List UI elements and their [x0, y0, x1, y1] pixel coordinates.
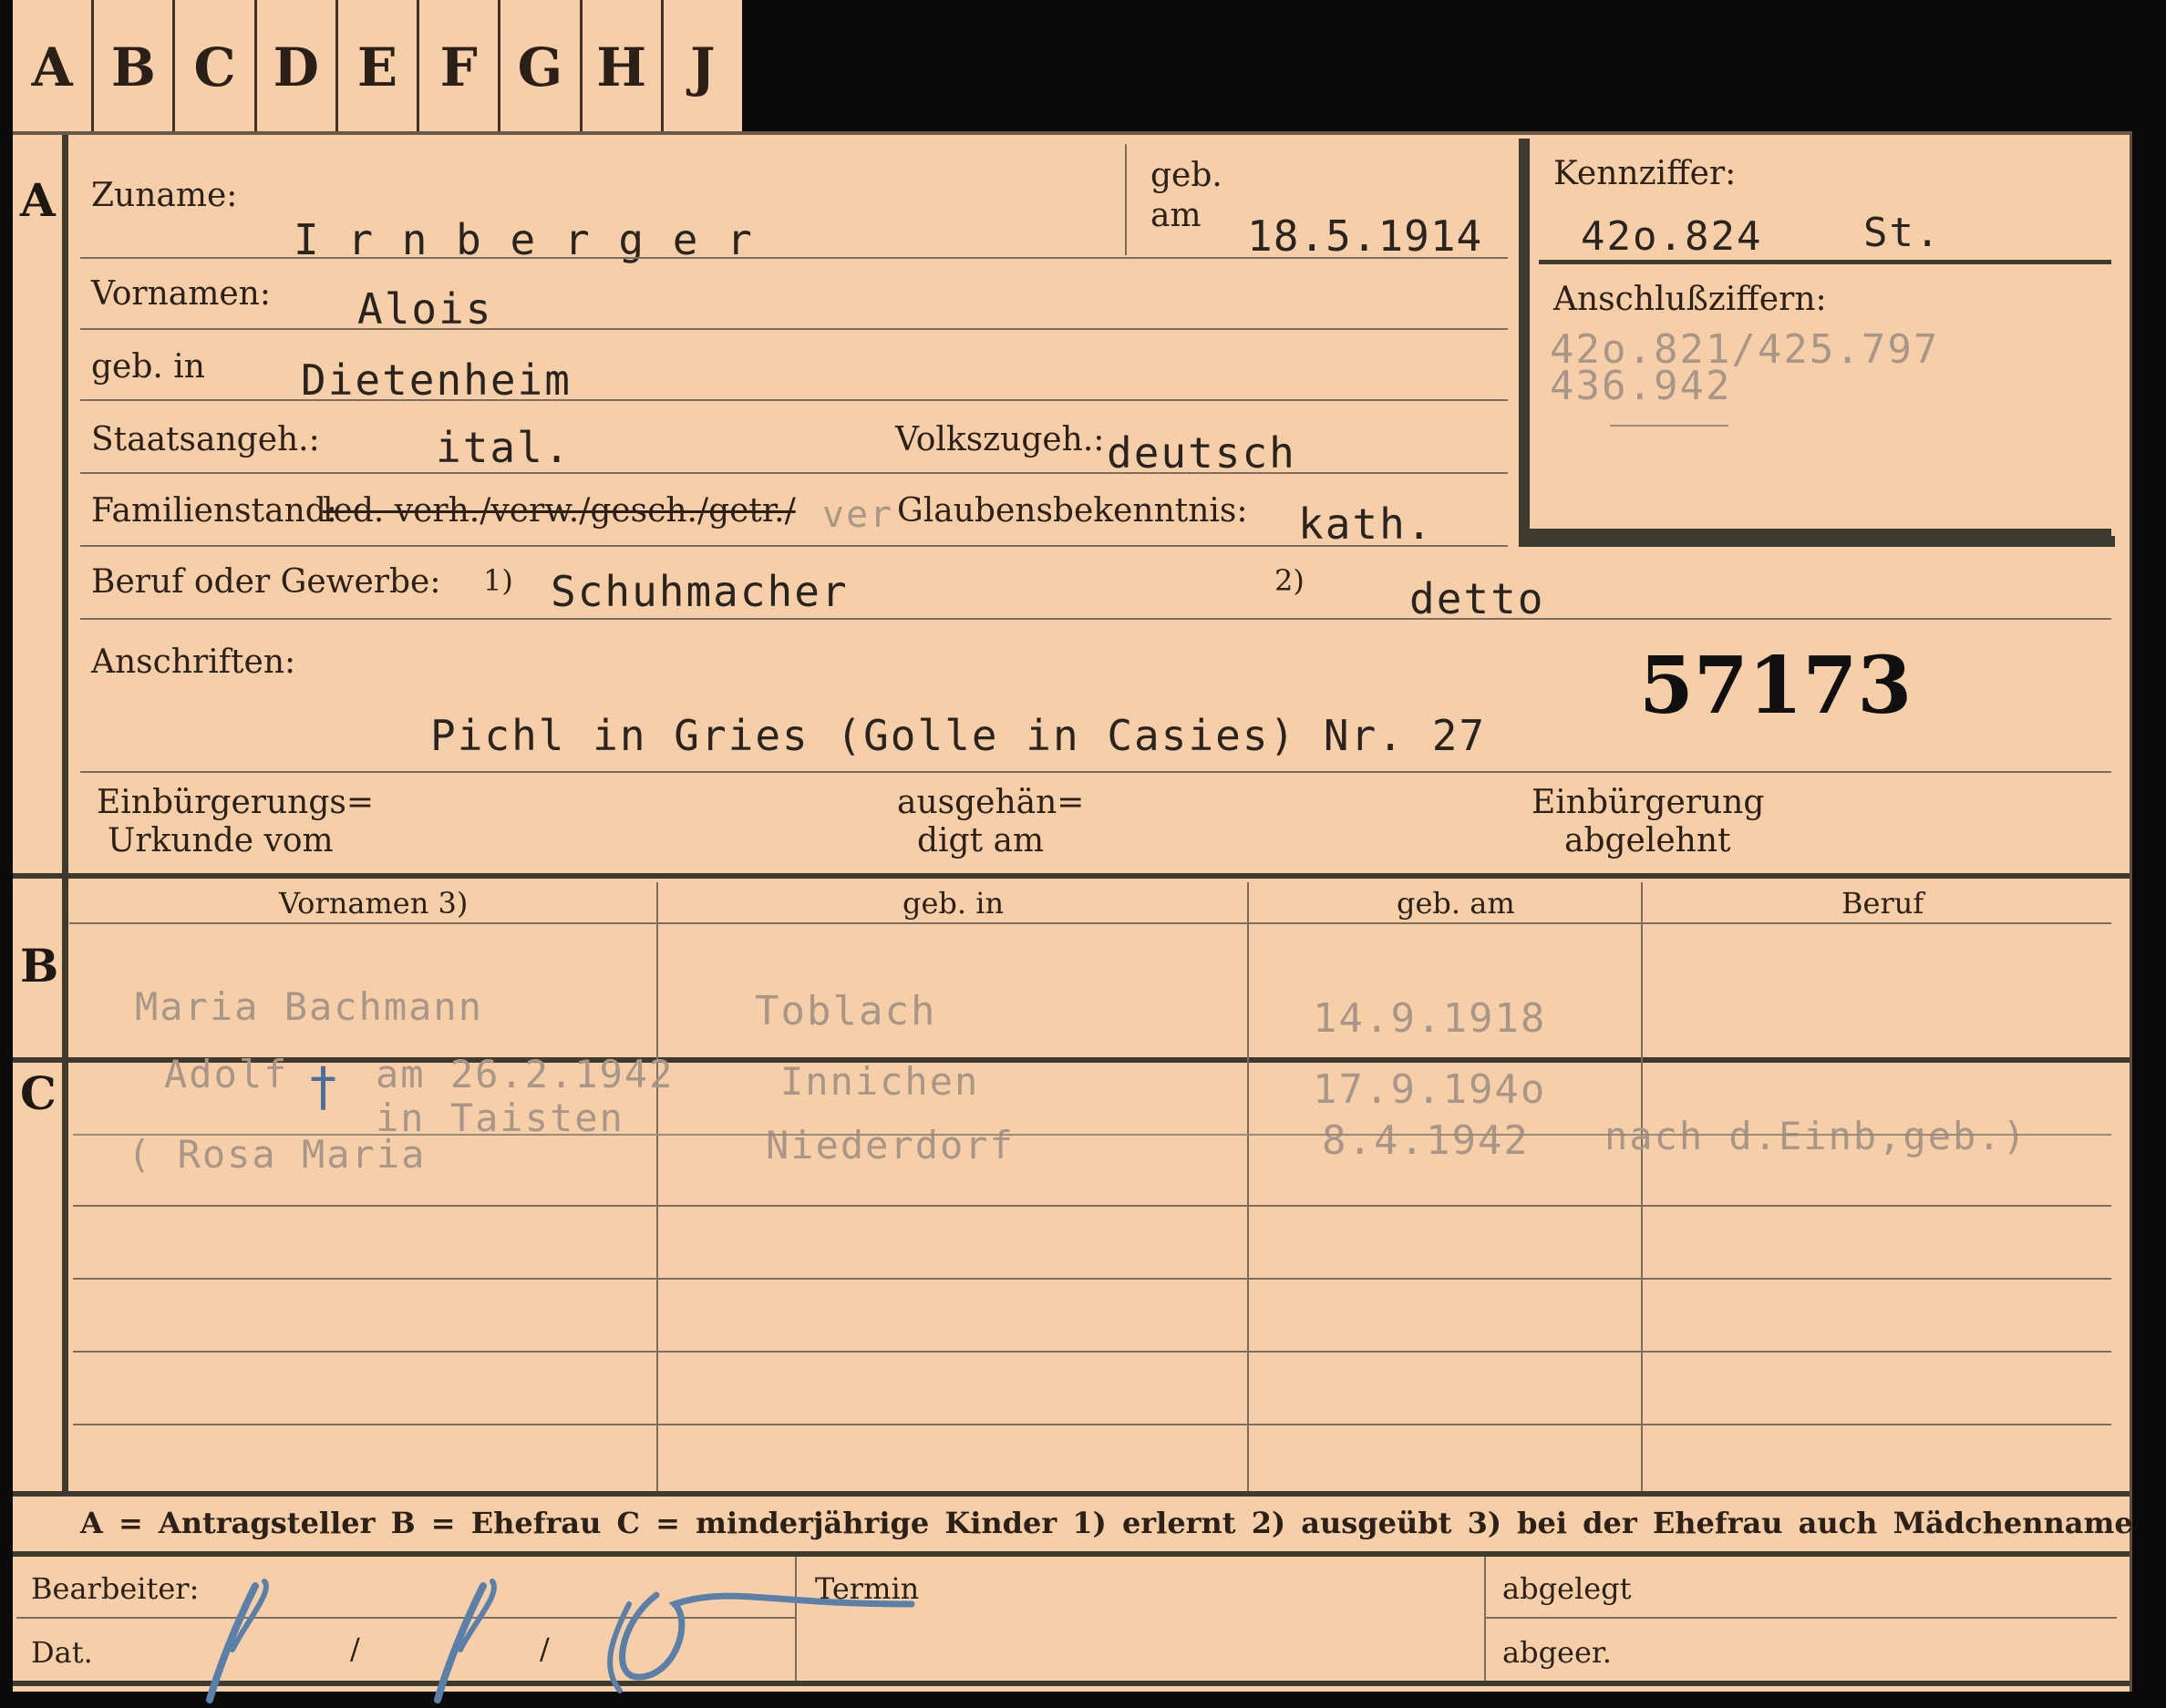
footer-divider-2 — [1484, 1557, 1486, 1681]
geb-divider — [1125, 144, 1127, 255]
einb-urkunde-label-1: Einbürgerungs= — [97, 784, 375, 821]
familien-extra: ver — [822, 494, 894, 536]
anschluss-rule — [1610, 425, 1728, 427]
handwritten-signature — [206, 1579, 915, 1703]
wife-name: Maria Bachmann — [135, 984, 484, 1029]
tab-h: H — [583, 0, 664, 135]
abgeer-label: abgeer. — [1502, 1635, 1612, 1670]
tab-j: J — [690, 36, 716, 98]
col-divider-3 — [1641, 882, 1643, 1491]
col-header-gebam: geb. am — [1397, 886, 1515, 921]
tab-a: A — [13, 0, 95, 135]
ausgeh-label-2: digt am — [917, 822, 1045, 859]
wife-birthplace: Toblach — [755, 988, 937, 1034]
wife-birthdate: 14.9.1918 — [1313, 995, 1547, 1042]
death-cross-icon: † — [310, 1055, 336, 1117]
staats-underline — [80, 472, 1508, 474]
abgelegt-label: abgelegt — [1502, 1571, 1632, 1606]
glauben-label: Glaubensbekenntnis: — [897, 492, 1248, 530]
section-c-marker: C — [20, 1066, 57, 1120]
gebin-value: Dietenheim — [301, 355, 572, 405]
child-2-birthplace: Niederdorf — [766, 1123, 1015, 1168]
gebin-underline — [80, 399, 1508, 401]
child-1-name: Adolf — [164, 1052, 289, 1096]
section-a-marker: A — [20, 173, 56, 227]
zuname-underline — [80, 257, 1508, 259]
staats-value: ital. — [436, 423, 572, 472]
staats-label: Staatsangeh.: — [91, 421, 320, 458]
tab-f: F — [419, 0, 501, 135]
beruf-underline — [80, 618, 2111, 620]
table-bottom-rule — [13, 1491, 2130, 1497]
child-2-name: ( Rosa Maria — [128, 1132, 427, 1177]
anschluss-label: Anschlußziffern: — [1553, 281, 1827, 318]
kennziffer-suffix: St. — [1863, 210, 1942, 256]
anschriften-label: Anschriften: — [91, 643, 296, 681]
col-divider-1 — [656, 882, 658, 1491]
dat-label: Dat. — [31, 1635, 93, 1670]
einb-abgelehnt-label-1: Einbürgerung — [1532, 784, 1765, 821]
kennziffer-value: 42o.824 — [1581, 213, 1763, 260]
child-1-birthplace: Innichen — [780, 1059, 980, 1104]
beruf-value-1: Schuhmacher — [551, 567, 849, 616]
vornamen-label: Vornamen: — [91, 275, 271, 313]
beruf-mark-1: 1) — [483, 563, 513, 598]
alphabet-tab-strip: A B C D E F G H J — [13, 0, 742, 135]
tab-e: E — [338, 0, 420, 135]
anschriften-value: Pichl in Gries (Golle in Casies) Nr. 27 — [430, 711, 1487, 760]
ausgeh-label-1: ausgehän= — [897, 784, 1085, 821]
zuname-label: Zuname: — [91, 177, 238, 214]
beruf-label: Beruf oder Gewerbe: — [91, 563, 441, 601]
glauben-value: kath. — [1298, 499, 1434, 549]
table-row-line-3 — [73, 1278, 2111, 1280]
tab-c: C — [175, 0, 257, 135]
child-1-note: am 26.2.1942 — [376, 1052, 675, 1096]
gebin-label: geb. in — [91, 348, 205, 386]
familien-label: Familienstand: — [91, 492, 337, 530]
einb-abgelehnt-label-2: abgelehnt — [1564, 822, 1731, 859]
table-row-line-2 — [73, 1205, 2111, 1207]
anschriften-underline — [80, 771, 2111, 773]
beruf-mark-2: 2) — [1274, 563, 1305, 598]
anschluss-line-2: 436.942 — [1550, 363, 1732, 409]
tab-d: D — [257, 0, 338, 135]
volks-label: Volkszugeh.: — [895, 421, 1105, 458]
beruf-value-2: detto — [1409, 574, 1545, 623]
geb-date-value: 18.5.1914 — [1247, 211, 1483, 261]
familien-underline — [80, 545, 1508, 547]
header-underline — [69, 922, 2111, 924]
child-2-remark: nach d.Einb,geb.) — [1604, 1114, 2027, 1158]
kennziffer-label: Kennziffer: — [1553, 155, 1737, 192]
col-header-beruf: Beruf — [1841, 886, 1924, 921]
familien-options: led. verh./verw./gesch./getr./ — [323, 492, 796, 530]
section-a-bottom-rule — [13, 873, 2130, 879]
col-header-gebin: geb. in — [902, 886, 1005, 921]
col-divider-2 — [1247, 882, 1249, 1491]
kennziffer-box-bottom — [1519, 536, 2115, 547]
child-2-birthdate: 8.4.1942 — [1322, 1117, 1530, 1164]
vornamen-value: Alois — [357, 284, 493, 334]
einb-urkunde-label-2: Urkunde vom — [108, 822, 334, 859]
tab-g: G — [500, 0, 583, 135]
legend-text: A = Antragsteller B = Ehefrau C = minder… — [80, 1506, 2133, 1540]
vornamen-underline — [80, 328, 1508, 330]
col-header-vornamen: Vornamen 3) — [279, 886, 469, 921]
table-row-line-5 — [73, 1424, 2111, 1425]
volks-value: deutsch — [1107, 428, 1296, 478]
geb-label-2: am — [1150, 197, 1202, 234]
left-margin-rule — [62, 135, 68, 1491]
geb-label-1: geb. — [1150, 157, 1222, 194]
kennziffer-divider — [1539, 260, 2111, 264]
stamp-number: 57173 — [1639, 640, 1913, 732]
child-1-birthdate: 17.9.194o — [1313, 1066, 1547, 1113]
abgelegt-underline — [1486, 1617, 2117, 1619]
tab-b: B — [94, 0, 176, 135]
table-row-line-4 — [73, 1351, 2111, 1353]
bearbeiter-label: Bearbeiter: — [31, 1571, 200, 1606]
table-row-line-1 — [73, 1134, 2111, 1136]
section-b-marker: B — [20, 939, 59, 993]
legend-bottom-rule — [13, 1551, 2130, 1557]
